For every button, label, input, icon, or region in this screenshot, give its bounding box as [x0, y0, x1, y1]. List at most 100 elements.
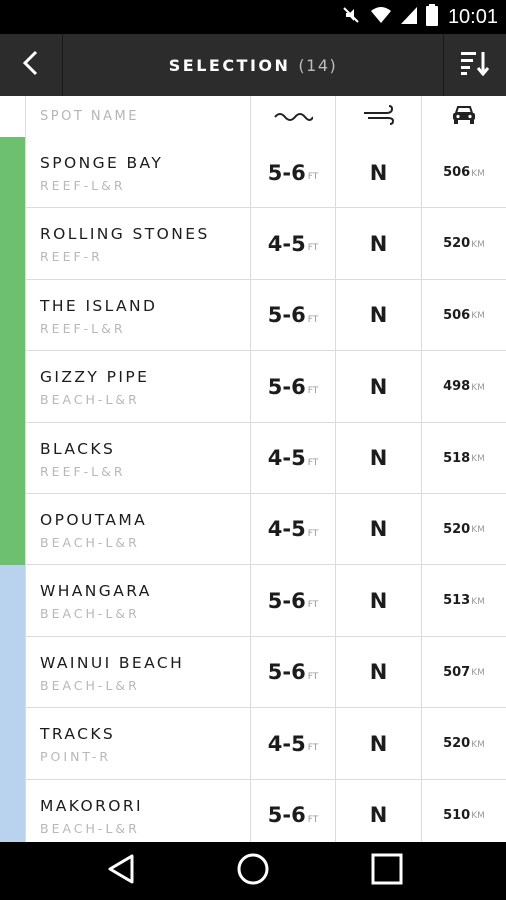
- sort-button[interactable]: [443, 34, 506, 96]
- swell-value: 5-6: [267, 660, 306, 685]
- distance-unit: KM: [471, 382, 485, 393]
- condition-strip: [0, 708, 25, 780]
- app-bar: SELECTION (14): [0, 34, 506, 96]
- swell-cell: 4-5 FT: [251, 708, 335, 779]
- spot-row[interactable]: WAINUI BEACH BEACH-L&R 5-6 FT N 507 KM: [0, 636, 506, 709]
- spot-type: BEACH-L&R: [40, 606, 140, 622]
- status-time: 10:01: [447, 5, 498, 28]
- spot-row[interactable]: TRACKS POINT-R 4-5 FT N 520 KM: [0, 708, 506, 780]
- spot-row[interactable]: THE ISLAND REEF-L&R 5-6 FT N 506 KM: [0, 279, 506, 352]
- swell-value: 5-6: [267, 588, 306, 613]
- distance-value: 510: [443, 807, 471, 823]
- spot-row[interactable]: MAKORORI BEACH-L&R 5-6 FT N 510 KM: [0, 779, 506, 842]
- spot-row[interactable]: WHANGARA BEACH-L&R 5-6 FT N 513 KM: [0, 565, 506, 637]
- swell-unit: FT: [307, 457, 319, 468]
- distance-cell: 520 KM: [422, 708, 506, 779]
- spot-name-header: SPOT NAME: [40, 109, 139, 124]
- distance-cell: 513 KM: [422, 565, 506, 636]
- wind-direction: N: [369, 160, 388, 185]
- swell-unit: FT: [307, 814, 319, 825]
- spot-list[interactable]: SPONGE BAY REEF-L&R 5-6 FT N 506 KM ROLLING STO…: [0, 137, 506, 842]
- spot-type: REEF-L&R: [40, 463, 126, 479]
- wind-direction: N: [369, 374, 388, 399]
- distance-cell: 506 KM: [422, 137, 506, 208]
- nav-recents-button[interactable]: [342, 842, 432, 900]
- spot-type: BEACH-L&R: [40, 677, 140, 693]
- distance-unit: KM: [471, 811, 485, 822]
- wind-direction: N: [369, 588, 388, 613]
- distance-unit: KM: [471, 168, 485, 179]
- swell-column-header[interactable]: [251, 96, 335, 137]
- swell-unit: FT: [307, 172, 319, 182]
- spot-type: BEACH-L&R: [40, 534, 140, 550]
- spot-type: REEF-L&R: [40, 178, 126, 193]
- spot-type: BEACH-L&R: [40, 392, 140, 408]
- condition-strip: [0, 493, 25, 566]
- condition-strip: [0, 779, 25, 842]
- navigation-bar: [0, 842, 506, 900]
- condition-strip: [0, 279, 25, 352]
- swell-value: 5-6: [267, 803, 306, 828]
- nav-home-icon: [236, 852, 270, 890]
- wind-direction: N: [369, 803, 388, 828]
- wifi-icon: [370, 5, 392, 29]
- distance-unit: KM: [471, 739, 485, 750]
- wind-direction: N: [369, 446, 388, 471]
- spot-type: POINT-R: [40, 749, 112, 765]
- swell-cell: 4-5 FT: [251, 208, 335, 279]
- spot-type: BEACH-L&R: [40, 820, 140, 836]
- spot-name: WAINUI BEACH: [40, 653, 185, 672]
- distance-value: 513: [443, 593, 471, 609]
- condition-strip: [0, 351, 25, 423]
- swell-value: 5-6: [267, 160, 306, 185]
- wind-direction: N: [369, 303, 388, 328]
- spot-name: TRACKS: [40, 725, 116, 744]
- swell-unit: FT: [307, 600, 319, 611]
- spot-row[interactable]: ROLLING STONES REEF-R 4-5 FT N 520 KM: [0, 208, 506, 280]
- status-icons: 10:01: [340, 0, 498, 34]
- column-divider: [25, 565, 26, 636]
- column-divider: [25, 96, 26, 137]
- distance-value: 520: [443, 236, 471, 252]
- distance-cell: 520 KM: [422, 494, 506, 565]
- swell-unit: FT: [307, 314, 319, 325]
- swell-cell: 5-6 FT: [251, 137, 335, 208]
- distance-cell: 518 KM: [422, 423, 506, 494]
- column-divider: [25, 779, 26, 842]
- distance-cell: 520 KM: [422, 208, 506, 279]
- distance-value: 506: [443, 165, 471, 180]
- condition-strip: [0, 636, 25, 709]
- swell-value: 4-5: [267, 446, 306, 471]
- condition-strip: [0, 208, 25, 280]
- column-divider: [25, 279, 26, 351]
- swell-cell: 5-6 FT: [251, 565, 335, 636]
- swell-cell: 5-6 FT: [251, 280, 335, 351]
- spot-row[interactable]: OPOUTAMA BEACH-L&R 4-5 FT N 520 KM: [0, 493, 506, 566]
- mute-icon: [340, 4, 362, 30]
- spot-row[interactable]: SPONGE BAY REEF-L&R 5-6 FT N 506 KM: [0, 137, 506, 209]
- spot-row[interactable]: GIZZY PIPE BEACH-L&R 5-6 FT N 498 KM: [0, 351, 506, 423]
- spot-row[interactable]: BLACKS REEF-L&R 4-5 FT N 518 KM: [0, 422, 506, 494]
- distance-unit: KM: [471, 311, 485, 322]
- nav-back-button[interactable]: [76, 842, 166, 900]
- condition-strip: [0, 565, 25, 637]
- distance-cell: 507 KM: [422, 637, 506, 708]
- title-text: SELECTION: [168, 55, 291, 75]
- spot-name: GIZZY PIPE: [40, 368, 150, 387]
- column-divider: [25, 708, 26, 779]
- signal-icon: [400, 5, 418, 29]
- wind-direction: N: [369, 231, 388, 256]
- swell-value: 5-6: [267, 303, 306, 328]
- back-button[interactable]: [0, 34, 63, 96]
- table-header: SPOT NAME: [0, 96, 506, 138]
- column-divider: [25, 351, 26, 422]
- wind-column-header[interactable]: [336, 96, 421, 137]
- distance-column-header[interactable]: [422, 96, 506, 137]
- nav-home-button[interactable]: [208, 842, 298, 900]
- distance-cell: 510 KM: [422, 780, 506, 842]
- swell-cell: 5-6 FT: [251, 637, 335, 708]
- distance-value: 518: [443, 450, 471, 466]
- wave-icon: [273, 107, 314, 126]
- distance-value: 507: [443, 664, 471, 680]
- spot-name: MAKORORI: [40, 796, 144, 815]
